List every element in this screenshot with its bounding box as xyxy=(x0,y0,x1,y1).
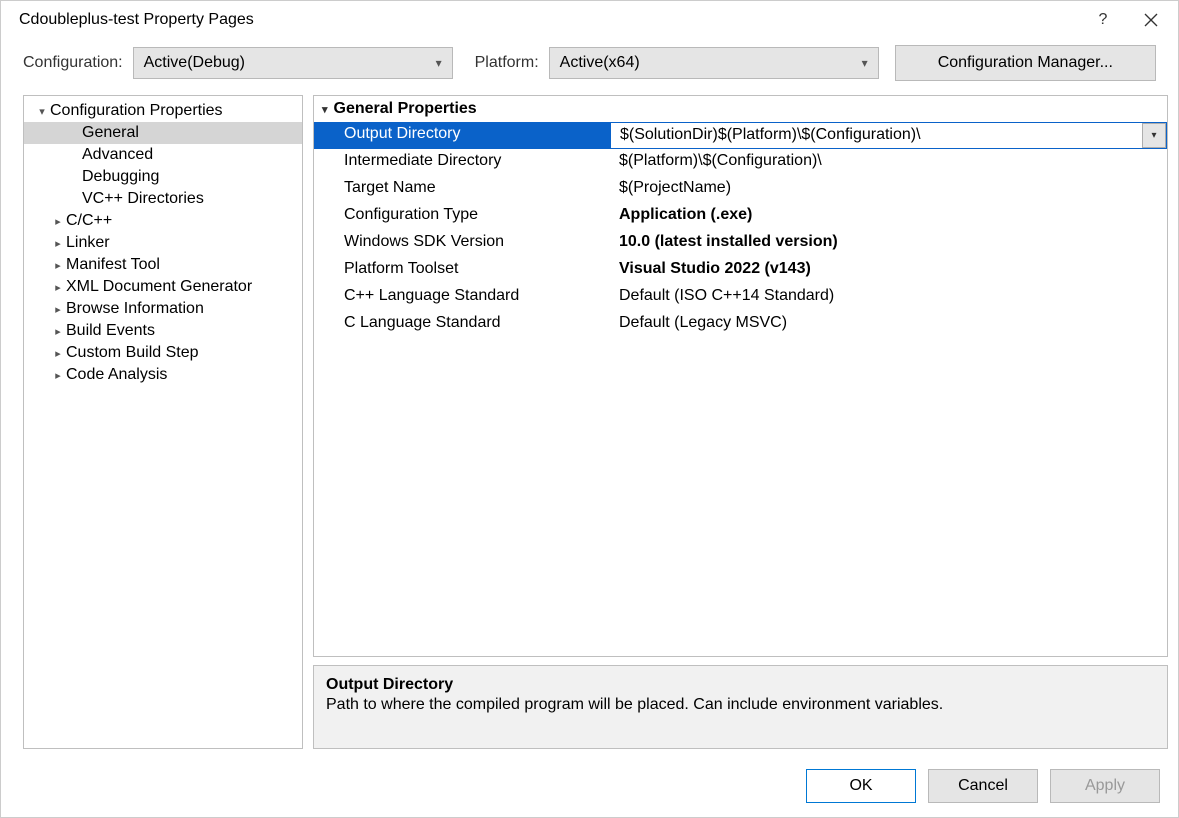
configuration-label: Configuration: xyxy=(23,54,123,72)
property-value[interactable]: $(SolutionDir)$(Platform)\$(Configuratio… xyxy=(611,123,1142,148)
value-dropdown-button[interactable]: ▾ xyxy=(1142,123,1166,148)
cancel-button[interactable]: Cancel xyxy=(928,769,1038,803)
property-value[interactable]: $(Platform)\$(Configuration)\ xyxy=(610,149,1167,176)
property-name: C++ Language Standard xyxy=(314,284,610,311)
expand-icon: ▸ xyxy=(50,303,66,316)
collapse-icon: ▾ xyxy=(322,103,328,116)
property-name: Intermediate Directory xyxy=(314,149,610,176)
property-row[interactable]: Target Name$(ProjectName) xyxy=(314,176,1167,203)
expand-icon: ▸ xyxy=(50,325,66,338)
expand-icon: ▸ xyxy=(50,347,66,360)
expand-icon: ▸ xyxy=(50,259,66,272)
tree-item[interactable]: Debugging xyxy=(24,166,302,188)
property-row[interactable]: Output Directory$(SolutionDir)$(Platform… xyxy=(314,122,1167,149)
description-panel: Output Directory Path to where the compi… xyxy=(313,665,1168,749)
property-name: Configuration Type xyxy=(314,203,610,230)
close-icon[interactable] xyxy=(1142,11,1160,29)
tree-item[interactable]: Advanced xyxy=(24,144,302,166)
tree-item[interactable]: ▸Custom Build Step xyxy=(24,342,302,364)
tree-item[interactable]: ▸Code Analysis xyxy=(24,364,302,386)
property-row[interactable]: Configuration TypeApplication (.exe) xyxy=(314,203,1167,230)
expand-icon: ▸ xyxy=(50,369,66,382)
configuration-dropdown[interactable]: Active(Debug) ▾ xyxy=(133,47,453,79)
apply-button[interactable]: Apply xyxy=(1050,769,1160,803)
property-row[interactable]: Windows SDK Version10.0 (latest installe… xyxy=(314,230,1167,257)
configuration-value: Active(Debug) xyxy=(144,54,245,72)
property-name: Windows SDK Version xyxy=(314,230,610,257)
property-name: Output Directory xyxy=(314,122,610,149)
window-title: Cdoubleplus-test Property Pages xyxy=(19,11,254,29)
chevron-down-icon: ▾ xyxy=(436,56,442,70)
property-name: C Language Standard xyxy=(314,311,610,338)
description-text: Path to where the compiled program will … xyxy=(326,696,1155,714)
property-name: Target Name xyxy=(314,176,610,203)
tree-item[interactable]: ▸Build Events xyxy=(24,320,302,342)
configuration-manager-button[interactable]: Configuration Manager... xyxy=(895,45,1156,81)
property-value[interactable]: Default (Legacy MSVC) xyxy=(610,311,1167,338)
expand-icon: ▸ xyxy=(50,215,66,228)
chevron-down-icon: ▾ xyxy=(862,56,868,70)
group-header[interactable]: ▾ General Properties xyxy=(314,96,1167,122)
configuration-bar: Configuration: Active(Debug) ▾ Platform:… xyxy=(1,37,1178,95)
platform-label: Platform: xyxy=(475,54,539,72)
tree-item[interactable]: ▸C/C++ xyxy=(24,210,302,232)
tree-item[interactable]: ▸Browse Information xyxy=(24,298,302,320)
help-icon[interactable]: ? xyxy=(1094,11,1112,29)
property-value[interactable]: $(ProjectName) xyxy=(610,176,1167,203)
platform-value: Active(x64) xyxy=(560,54,640,72)
property-row[interactable]: C Language StandardDefault (Legacy MSVC) xyxy=(314,311,1167,338)
property-value[interactable]: Default (ISO C++14 Standard) xyxy=(610,284,1167,311)
property-row[interactable]: Intermediate Directory$(Platform)\$(Conf… xyxy=(314,149,1167,176)
platform-dropdown[interactable]: Active(x64) ▾ xyxy=(549,47,879,79)
ok-button[interactable]: OK xyxy=(806,769,916,803)
tree-root[interactable]: ▾ Configuration Properties xyxy=(24,100,302,122)
property-value[interactable]: 10.0 (latest installed version) xyxy=(610,230,1167,257)
tree-item[interactable]: ▸XML Document Generator xyxy=(24,276,302,298)
expand-icon: ▸ xyxy=(50,237,66,250)
property-grid[interactable]: ▾ General Properties Output Directory$(S… xyxy=(313,95,1168,657)
property-row[interactable]: Platform ToolsetVisual Studio 2022 (v143… xyxy=(314,257,1167,284)
collapse-icon: ▾ xyxy=(34,105,50,118)
property-name: Platform Toolset xyxy=(314,257,610,284)
dialog-footer: OK Cancel Apply xyxy=(1,759,1178,817)
tree-item[interactable]: ▸Manifest Tool xyxy=(24,254,302,276)
tree-item[interactable]: VC++ Directories xyxy=(24,188,302,210)
config-tree[interactable]: ▾ Configuration Properties GeneralAdvanc… xyxy=(23,95,303,749)
description-title: Output Directory xyxy=(326,676,1155,694)
tree-item[interactable]: ▸Linker xyxy=(24,232,302,254)
property-row[interactable]: C++ Language StandardDefault (ISO C++14 … xyxy=(314,284,1167,311)
property-value[interactable]: Visual Studio 2022 (v143) xyxy=(610,257,1167,284)
property-value[interactable]: Application (.exe) xyxy=(610,203,1167,230)
titlebar: Cdoubleplus-test Property Pages ? xyxy=(1,1,1178,37)
tree-item[interactable]: General xyxy=(24,122,302,144)
property-pages-dialog: Cdoubleplus-test Property Pages ? Config… xyxy=(0,0,1179,818)
expand-icon: ▸ xyxy=(50,281,66,294)
